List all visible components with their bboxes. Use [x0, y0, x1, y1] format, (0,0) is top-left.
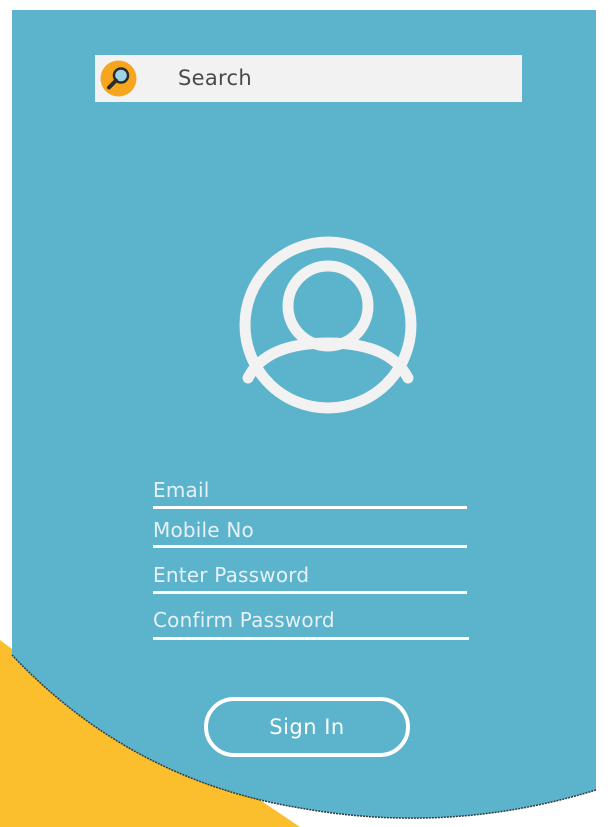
- user-avatar-icon: [206, 236, 450, 414]
- search-input[interactable]: Search: [178, 65, 252, 92]
- email-underline: [153, 506, 467, 509]
- password-label: Enter Password: [153, 563, 310, 587]
- email-label: Email: [153, 478, 210, 502]
- sign-in-button[interactable]: Sign In: [204, 697, 410, 757]
- confirm-password-underline: [153, 637, 469, 640]
- signup-screen: Search Email Mobile No Enter Password Co…: [0, 0, 610, 827]
- search-icon[interactable]: [100, 60, 137, 97]
- sign-in-label: Sign In: [269, 715, 345, 739]
- password-underline: [153, 591, 467, 594]
- mobile-label: Mobile No: [153, 518, 254, 542]
- search-bar[interactable]: Search: [95, 55, 522, 102]
- mobile-underline: [153, 545, 467, 548]
- confirm-password-label: Confirm Password: [153, 608, 335, 632]
